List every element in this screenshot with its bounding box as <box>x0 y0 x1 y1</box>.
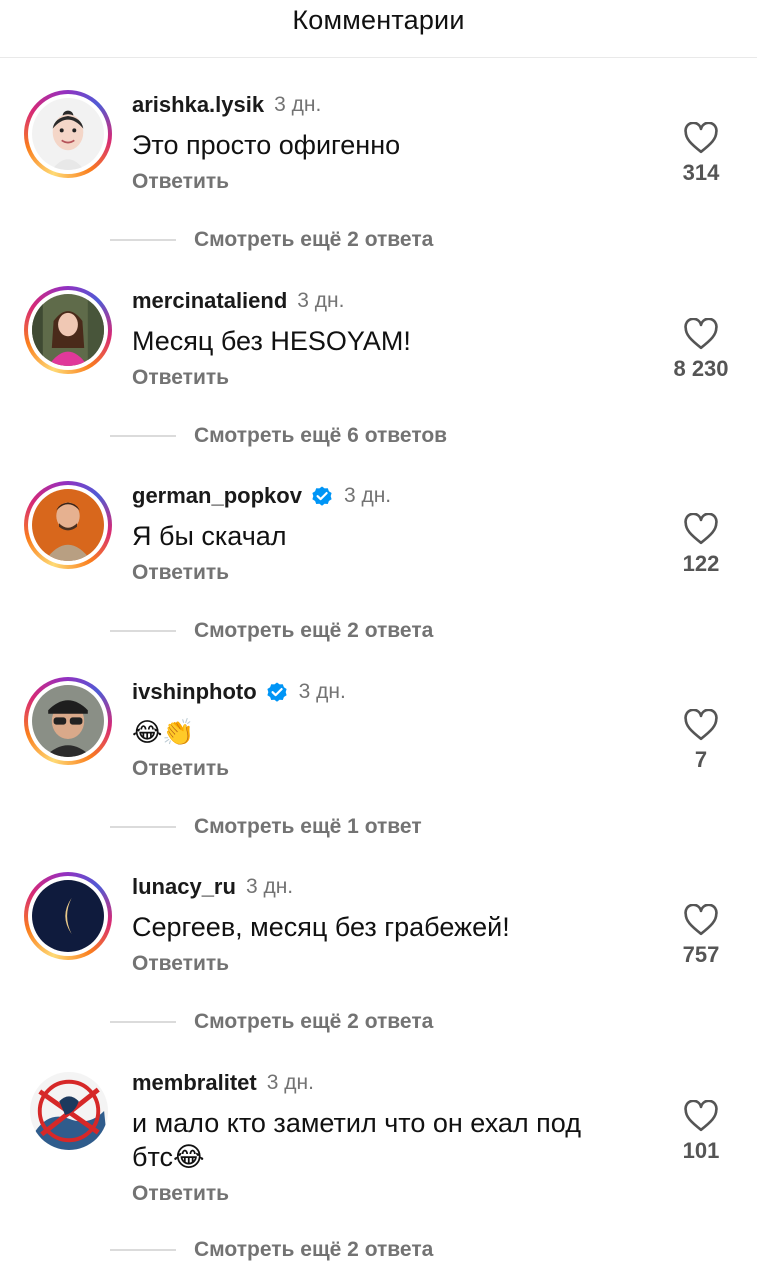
comments-sheet: Комментарии arishka.lysik 3 дн. Это прос… <box>0 0 757 1280</box>
like-control: 122 <box>665 513 737 577</box>
comment-text: Сергеев, месяц без грабежей! <box>132 912 510 942</box>
view-replies-label: Смотреть ещё 2 ответа <box>194 228 434 251</box>
like-control: 7 <box>665 709 737 773</box>
like-count: 757 <box>682 942 720 967</box>
comment-username[interactable]: ivshinphoto <box>132 679 257 705</box>
like-count: 8 230 <box>673 356 729 381</box>
avatar[interactable] <box>24 90 112 178</box>
avatar[interactable] <box>24 481 112 569</box>
reply-button[interactable]: Ответить <box>132 1182 229 1206</box>
reply-button[interactable]: Ответить <box>132 170 229 194</box>
view-replies-label: Смотреть ещё 1 ответ <box>194 815 422 838</box>
like-count: 122 <box>682 551 720 576</box>
avatar-image <box>32 489 104 561</box>
comment-text: и мало кто заметил что он ехал под <box>132 1108 581 1138</box>
view-replies-button[interactable]: Смотреть ещё 2 ответа <box>110 228 433 252</box>
avatar[interactable] <box>24 872 112 960</box>
reply-button[interactable]: Ответить <box>132 757 229 781</box>
avatar[interactable] <box>30 1072 108 1150</box>
like-count: 101 <box>682 1138 720 1163</box>
reply-button[interactable]: Ответить <box>132 366 229 390</box>
comment-time: 3 дн. <box>297 289 345 312</box>
avatar-image <box>32 98 104 170</box>
comment-time: 3 дн. <box>266 1071 314 1094</box>
view-replies-label: Смотреть ещё 2 ответа <box>194 1010 434 1033</box>
comment-time: 3 дн. <box>245 875 294 898</box>
comment-time: 3 дн. <box>298 680 346 703</box>
heart-icon[interactable] <box>683 122 719 154</box>
comment-text: Это просто офигенно <box>132 130 401 160</box>
reply-button[interactable]: Ответить <box>132 561 229 585</box>
page-title: Комментарии <box>292 5 465 35</box>
divider <box>110 239 176 241</box>
like-control: 8 230 <box>665 318 737 382</box>
heart-icon[interactable] <box>683 1100 719 1132</box>
comment-username[interactable]: membralitet <box>132 1070 257 1096</box>
avatar-image <box>32 685 104 757</box>
like-count: 314 <box>682 160 720 185</box>
view-replies-button[interactable]: Смотреть ещё 2 ответа <box>110 1010 433 1034</box>
avatar-image <box>32 880 104 952</box>
view-replies-button[interactable]: Смотреть ещё 1 ответ <box>110 815 422 839</box>
comments-header: Комментарии <box>0 0 757 58</box>
like-control: 314 <box>665 122 737 186</box>
comment-text: 😂👏 <box>132 717 195 747</box>
comment-username[interactable]: german_popkov <box>132 483 302 509</box>
comment-text-line2: бтс😂 <box>132 1142 205 1172</box>
comment-text: Я бы скачал <box>132 521 287 551</box>
avatar-image <box>30 1072 108 1150</box>
verified-badge-icon <box>312 486 332 506</box>
divider <box>110 1021 176 1023</box>
view-replies-label: Смотреть ещё 2 ответа <box>194 1238 434 1261</box>
heart-icon[interactable] <box>683 513 719 545</box>
divider <box>110 435 176 437</box>
heart-icon[interactable] <box>683 709 719 741</box>
comment-text: Месяц без HESOYAM! <box>132 326 411 356</box>
like-control: 101 <box>665 1100 737 1164</box>
comment-time: 3 дн. <box>343 484 392 507</box>
comment-username[interactable]: mercinataliend <box>132 288 287 314</box>
comment-time: 3 дн. <box>274 93 322 116</box>
like-count: 7 <box>694 747 708 772</box>
divider <box>110 630 176 632</box>
avatar[interactable] <box>24 286 112 374</box>
verified-badge-icon <box>267 682 287 702</box>
comment-username[interactable]: lunacy_ru <box>132 874 236 900</box>
heart-icon[interactable] <box>683 904 719 936</box>
heart-icon[interactable] <box>683 318 719 350</box>
view-replies-button[interactable]: Смотреть ещё 6 ответов <box>110 424 447 448</box>
reply-button[interactable]: Ответить <box>132 952 229 976</box>
comment-username[interactable]: arishka.lysik <box>132 92 264 118</box>
like-control: 757 <box>665 904 737 968</box>
view-replies-button[interactable]: Смотреть ещё 2 ответа <box>110 1238 433 1262</box>
avatar-image <box>32 294 104 366</box>
divider <box>110 1249 176 1251</box>
view-replies-label: Смотреть ещё 2 ответа <box>194 619 434 642</box>
divider <box>110 826 176 828</box>
view-replies-label: Смотреть ещё 6 ответов <box>194 424 448 447</box>
avatar[interactable] <box>24 677 112 765</box>
view-replies-button[interactable]: Смотреть ещё 2 ответа <box>110 619 433 643</box>
